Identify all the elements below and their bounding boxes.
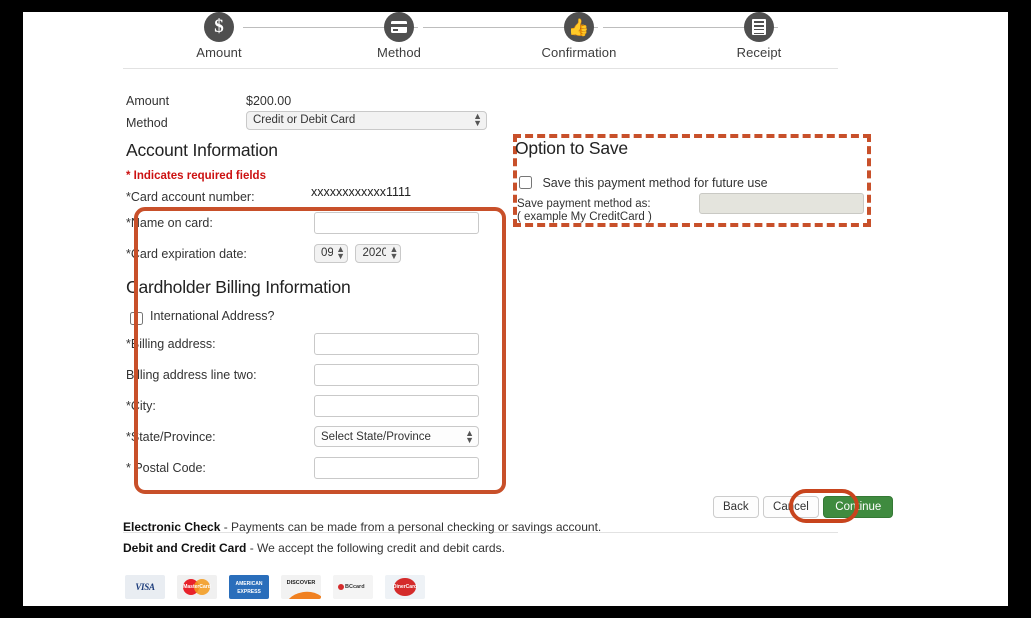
amount-label: Amount [126, 94, 170, 108]
save-payment-method-checkbox[interactable] [519, 176, 532, 189]
continue-button[interactable]: Continue [823, 496, 894, 518]
footer-card-title: Debit and Credit Card [123, 541, 247, 555]
save-as-label-line2: ( example My CreditCard ) [517, 211, 652, 223]
accepted-card-logos: VISA MasterCard AMERICAN EXPRESS DISCOVE… [125, 575, 425, 599]
expiration-year-wrap[interactable]: 2020 ▲ ▼ [355, 243, 402, 263]
expiration-month-wrap[interactable]: 09 ▲ ▼ [314, 243, 348, 263]
stepper-label-confirmation: Confirmation [541, 45, 617, 60]
stepper-label-amount: Amount [196, 45, 242, 60]
save-as-input[interactable] [699, 193, 864, 214]
cancel-button[interactable]: Cancel [763, 496, 819, 518]
save-payment-method-label: Save this payment method for future use [542, 176, 768, 190]
postal-code-input[interactable] [314, 457, 479, 479]
thumbs-up-icon: 👍 [564, 12, 594, 42]
stepper-label-method: Method [377, 45, 421, 60]
billing-information-title: Cardholder Billing Information [126, 277, 351, 297]
form-actions: Back Cancel Continue [713, 496, 894, 518]
card-account-number-value: xxxxxxxxxxxx1111 [311, 185, 412, 199]
amex-icon: AMERICAN EXPRESS [229, 575, 269, 599]
footer-electronic-check: Electronic Check - Payments can be made … [123, 520, 883, 534]
method-label: Method [126, 116, 168, 130]
stepper-step-method[interactable]: Method [339, 12, 459, 60]
payment-footer: Electronic Check - Payments can be made … [123, 520, 883, 562]
save-as-label-line1: Save payment method as: [517, 198, 651, 210]
name-on-card-label: *Name on card: [126, 216, 213, 230]
mastercard-icon: MasterCard [177, 575, 217, 599]
bccard-label: BCcard [345, 584, 365, 590]
footer-card-text: - We accept the following credit and deb… [246, 541, 505, 555]
credit-card-icon [384, 12, 414, 42]
method-select-wrap[interactable]: Credit or Debit Card ▲ ▼ [246, 110, 487, 130]
postal-code-label: * Postal Code: [126, 461, 206, 475]
state-province-label: *State/Province: [126, 430, 216, 444]
name-on-card-input[interactable] [314, 212, 479, 234]
discover-icon: DISCOVER [281, 575, 321, 599]
mastercard-label: MasterCard [183, 584, 211, 590]
option-to-save-title: Option to Save [515, 138, 628, 158]
footer-echeck-title: Electronic Check [123, 520, 221, 534]
dinerscard-label: DinerCard [392, 584, 418, 590]
international-address-label: International Address? [150, 309, 275, 323]
billing-address-two-label: Billing address line two: [126, 368, 257, 382]
discover-label: DISCOVER [286, 580, 316, 586]
back-button[interactable]: Back [713, 496, 759, 518]
visa-icon: VISA [125, 575, 165, 599]
stepper-step-confirmation[interactable]: 👍 Confirmation [519, 12, 639, 60]
city-label: *City: [126, 399, 156, 413]
stepper-label-receipt: Receipt [736, 45, 782, 60]
progress-stepper: $ Amount Method 👍 Confirmation Receipt [123, 12, 838, 68]
stepper-step-receipt[interactable]: Receipt [699, 12, 819, 60]
stepper-step-amount[interactable]: $ Amount [159, 12, 279, 60]
expiration-month-select[interactable]: 09 [314, 243, 348, 263]
account-information-title: Account Information [126, 140, 278, 160]
payment-page: $ Amount Method 👍 Confirmation Receipt A… [23, 12, 1008, 606]
state-province-wrap[interactable]: Select State/Province ▲ ▼ [314, 426, 479, 447]
billing-address-label: *Billing address: [126, 337, 216, 351]
card-expiration-label: *Card expiration date: [126, 247, 247, 261]
billing-address-input[interactable] [314, 333, 479, 355]
device-frame: $ Amount Method 👍 Confirmation Receipt A… [0, 0, 1031, 618]
bccard-icon: BCcard [333, 575, 373, 599]
expiration-year-select[interactable]: 2020 [355, 243, 402, 263]
amount-value: $200.00 [246, 94, 292, 108]
receipt-icon [744, 12, 774, 42]
dinerscard-icon: DinerCard [385, 575, 425, 599]
required-fields-note: * Indicates required fields [126, 170, 266, 182]
stepper-divider [123, 68, 838, 69]
save-method-checkbox-row: Save this payment method for future use [519, 174, 768, 192]
save-as-label: Save payment method as: ( example My Cre… [517, 198, 652, 224]
state-province-select[interactable]: Select State/Province [314, 426, 479, 447]
billing-address-two-input[interactable] [314, 364, 479, 386]
footer-echeck-text: - Payments can be made from a personal c… [220, 520, 602, 534]
international-address-checkbox[interactable] [130, 312, 143, 325]
card-account-number-label: *Card account number: [126, 190, 255, 204]
footer-debit-credit: Debit and Credit Card - We accept the fo… [123, 541, 883, 555]
dollar-icon: $ [204, 12, 234, 42]
method-select[interactable]: Credit or Debit Card [246, 110, 487, 130]
city-input[interactable] [314, 395, 479, 417]
